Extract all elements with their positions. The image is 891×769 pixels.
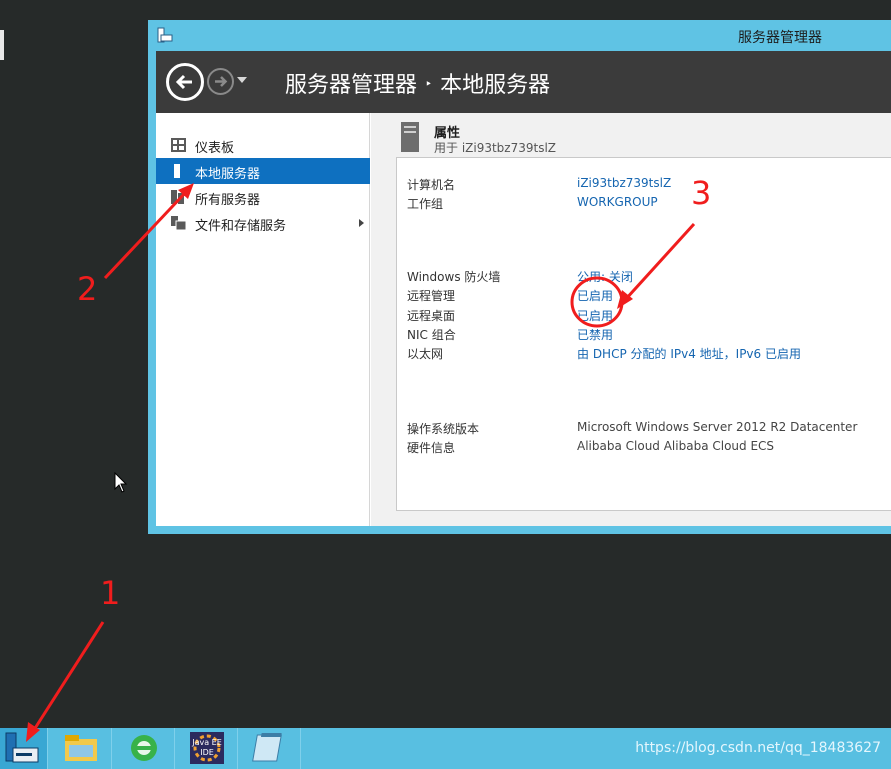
annotation-arrow-2 (103, 190, 188, 280)
annotation-arrow-3 (623, 222, 696, 302)
annotation-number-1: 1 (100, 574, 121, 612)
annotation-circle-3 (570, 276, 624, 328)
annotation-arrow-1 (30, 621, 105, 734)
annotation-number-3: 3 (691, 174, 712, 212)
annotation-number-2: 2 (77, 270, 98, 308)
annotation-overlay (26, 183, 696, 742)
